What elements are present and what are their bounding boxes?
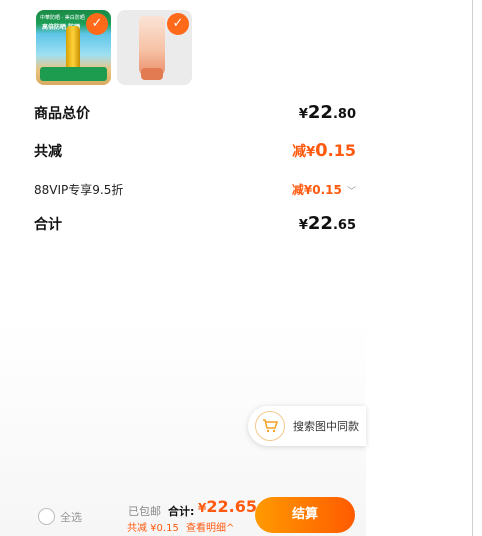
spray-bottle-image bbox=[66, 26, 80, 70]
search-same-item-label: 搜索图中同款 bbox=[293, 420, 359, 433]
checkout-button[interactable]: 结算 bbox=[255, 497, 355, 533]
vip-discount-row[interactable]: 88VIP专享9.5折 减¥0.15 ﹀ bbox=[34, 179, 356, 198]
cart-settlement-panel: 中華防晒 · 美白防晒 高倍防晒 防晒 ✓ ✓ 商品总价 ¥22.80 共减 减… bbox=[0, 0, 366, 536]
savings-line: 共减 ¥0.15 查看明细^ bbox=[127, 519, 234, 534]
product-thumb-sunscreen-tube[interactable]: ✓ bbox=[117, 10, 192, 85]
vip-discount-value[interactable]: 减¥0.15 ﹀ bbox=[292, 179, 356, 198]
total-value: ¥22.65 bbox=[198, 497, 257, 516]
product-thumbnails: 中華防晒 · 美白防晒 高倍防晒 防晒 ✓ ✓ bbox=[36, 10, 192, 85]
savings-text: 共减 ¥0.15 bbox=[127, 523, 179, 534]
select-all-radio[interactable] bbox=[38, 508, 55, 525]
divider bbox=[472, 0, 473, 536]
product-badge-text: 中華防晒 · 美白防晒 bbox=[40, 15, 85, 21]
tube-cap-image bbox=[141, 68, 163, 80]
search-same-item-button[interactable]: 搜索图中同款 bbox=[248, 406, 366, 446]
checkmark-icon[interactable]: ✓ bbox=[167, 13, 189, 35]
subtotal-label: 合计 bbox=[34, 217, 62, 233]
discount-label: 共减 bbox=[34, 144, 62, 160]
cart-icon bbox=[255, 411, 285, 441]
checkout-bar: 全选 已包邮 合计: ¥22.65 共减 ¥0.15 查看明细^ 结算 bbox=[0, 492, 366, 536]
vip-discount-label: 88VIP专享9.5折 bbox=[34, 183, 124, 197]
select-all-label[interactable]: 全选 bbox=[60, 509, 82, 525]
chevron-down-icon: ﹀ bbox=[346, 187, 356, 197]
checkmark-icon[interactable]: ✓ bbox=[86, 13, 108, 35]
product-promo-strip bbox=[40, 67, 107, 81]
goods-total-label: 商品总价 bbox=[34, 106, 90, 122]
discount-value: 减¥0.15 bbox=[292, 140, 356, 161]
product-thumb-sunscreen-spray[interactable]: 中華防晒 · 美白防晒 高倍防晒 防晒 ✓ bbox=[36, 10, 111, 85]
discount-row: 共减 减¥0.15 bbox=[34, 140, 356, 161]
subtotal-value: ¥22.65 bbox=[298, 213, 356, 234]
subtotal-row: 合计 ¥22.65 bbox=[34, 213, 356, 234]
goods-total-row: 商品总价 ¥22.80 bbox=[34, 102, 356, 123]
free-shipping-label: 已包邮 bbox=[128, 505, 161, 518]
total-label: 合计: bbox=[168, 505, 195, 518]
goods-total-value: ¥22.80 bbox=[298, 102, 356, 123]
view-details-link[interactable]: 查看明细^ bbox=[186, 523, 234, 534]
